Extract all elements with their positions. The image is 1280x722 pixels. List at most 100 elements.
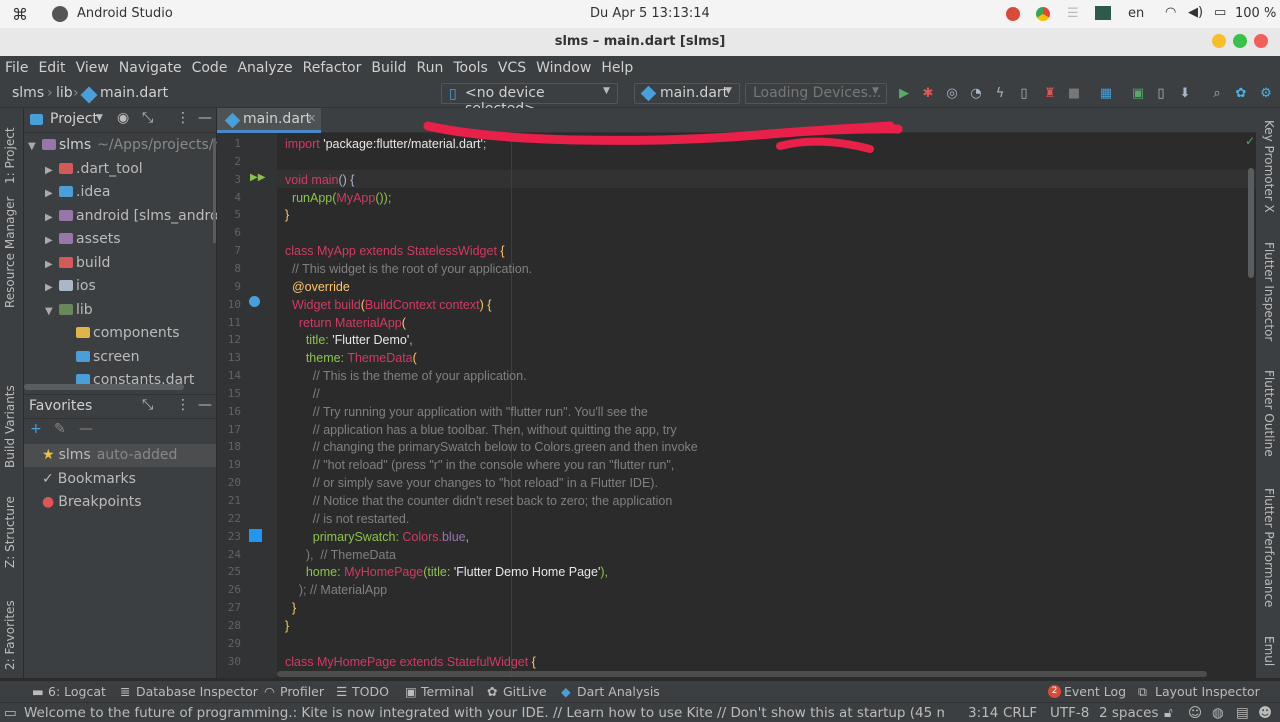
code-line[interactable]: // Try running your application with "fl…: [285, 403, 648, 421]
code-line[interactable]: // application has a blue toolbar. Then,…: [285, 421, 677, 439]
run-icon[interactable]: ▶: [896, 86, 912, 102]
menu-lines-icon[interactable]: ☰: [1067, 6, 1079, 21]
collapse-icon[interactable]: ⤡: [142, 110, 153, 126]
avd-manager-icon[interactable]: ▯: [1153, 86, 1169, 102]
tree-item[interactable]: ▶ .dart_tool: [45, 158, 143, 181]
profile-icon[interactable]: ◔: [968, 86, 984, 102]
lock-icon[interactable]: 🔓︎: [1164, 705, 1173, 721]
tree-item[interactable]: ▶ assets: [45, 228, 121, 251]
indent-setting[interactable]: 2 spaces: [1099, 705, 1159, 721]
menu-edit[interactable]: Edit: [38, 60, 65, 76]
cursor-position[interactable]: 3:14: [968, 705, 998, 721]
tab-flutter-performance[interactable]: Flutter Performance: [1262, 488, 1276, 607]
apple-icon[interactable]: ⌘: [12, 5, 28, 24]
tree-item[interactable]: ▼ slms ~/Apps/projects/m: [28, 134, 227, 157]
menu-window[interactable]: Window: [536, 60, 591, 76]
code-line[interactable]: title: 'Flutter Demo',: [285, 331, 413, 349]
code-line[interactable]: class MyHomePage extends StatefulWidget …: [285, 653, 536, 671]
menu-analyze[interactable]: Analyze: [237, 60, 292, 76]
settings-icon[interactable]: ⚙: [1258, 86, 1274, 102]
hot-restart-icon[interactable]: ▯: [1016, 86, 1032, 102]
menu-refactor[interactable]: Refactor: [303, 60, 362, 76]
tree-item[interactable]: components: [62, 322, 180, 345]
notifications-icon[interactable]: ☻: [1258, 705, 1272, 721]
kite-status-icon[interactable]: ◍: [1212, 705, 1224, 721]
code-line[interactable]: }: [285, 206, 289, 224]
code-line[interactable]: class MyApp extends StatelessWidget {: [285, 242, 505, 260]
chevron-right-icon[interactable]: ▶: [45, 276, 59, 299]
chevron-down-icon[interactable]: ▼: [28, 135, 42, 158]
tray-app-icon[interactable]: [1006, 7, 1020, 21]
chevron-right-icon[interactable]: ▶: [45, 206, 59, 229]
code-line[interactable]: // Notice that the counter didn't reset …: [285, 492, 673, 510]
close-icon[interactable]: ✕: [307, 112, 316, 125]
terminal-icon[interactable]: ▣: [1130, 86, 1146, 102]
tree-item[interactable]: ▶ ios: [45, 275, 96, 298]
menu-code[interactable]: Code: [192, 60, 228, 76]
tool-todo[interactable]: TODO: [352, 684, 389, 699]
color-swatch-icon[interactable]: [249, 529, 262, 542]
sdk-manager-icon[interactable]: ⬇: [1177, 86, 1193, 102]
maximize-button[interactable]: [1233, 34, 1247, 48]
memory-icon[interactable]: ▤: [1236, 705, 1249, 721]
tree-item[interactable]: screen: [62, 346, 140, 369]
menu-file[interactable]: File: [5, 60, 28, 76]
tab-build-variants[interactable]: Build Variants: [3, 385, 17, 468]
tab-flutter-inspector[interactable]: Flutter Inspector: [1262, 242, 1276, 341]
run-config-selector[interactable]: main.dart ▼: [634, 83, 740, 104]
coverage-icon[interactable]: ◎: [944, 86, 960, 102]
chrome-icon[interactable]: [1036, 7, 1050, 21]
menu-build[interactable]: Build: [371, 60, 406, 76]
tool-event-log[interactable]: Event Log: [1064, 684, 1126, 699]
code-line[interactable]: return MaterialApp(: [285, 314, 406, 332]
locate-icon[interactable]: ◉: [117, 110, 129, 126]
chevron-right-icon[interactable]: ▶: [45, 253, 59, 276]
code-line[interactable]: @override: [285, 278, 350, 296]
code-line[interactable]: }: [285, 617, 289, 635]
tree-scrollbar[interactable]: [213, 138, 216, 243]
tab-emulator[interactable]: Emul: [1262, 636, 1276, 666]
chevron-right-icon[interactable]: ▶: [45, 229, 59, 252]
code-line[interactable]: home: MyHomePage(title: 'Flutter Demo Ho…: [285, 563, 608, 581]
chevron-right-icon[interactable]: ▶: [45, 182, 59, 205]
editor-scrollbar[interactable]: [1248, 168, 1254, 278]
tree-item[interactable]: ▶ android [slms_android]: [45, 205, 237, 228]
inspector-face-icon[interactable]: ☺: [1188, 705, 1202, 721]
os-clock[interactable]: Du Apr 5 13:13:14: [590, 6, 710, 21]
override-gutter-icon[interactable]: [249, 296, 260, 307]
code-line[interactable]: // changing the primarySwatch below to C…: [285, 438, 698, 456]
tree-hscrollbar[interactable]: [24, 384, 184, 390]
tool-dart-analysis[interactable]: Dart Analysis: [577, 684, 660, 699]
menu-tools[interactable]: Tools: [453, 60, 488, 76]
menu-view[interactable]: View: [76, 60, 109, 76]
tab-favorites[interactable]: 2: Favorites: [3, 600, 17, 670]
code-line[interactable]: Widget build(BuildContext context) {: [285, 296, 491, 314]
breadcrumb-file[interactable]: main.dart: [100, 85, 168, 101]
device-selector[interactable]: ▯ <no device selected> ▼: [441, 83, 618, 117]
code-line[interactable]: //: [285, 385, 320, 403]
tab-resource-manager[interactable]: Resource Manager: [3, 197, 17, 308]
hot-reload-icon[interactable]: ϟ: [992, 86, 1008, 102]
code-line[interactable]: // is not restarted.: [285, 510, 410, 528]
breadcrumb-folder[interactable]: lib: [56, 85, 73, 101]
tool-terminal[interactable]: Terminal: [421, 684, 474, 699]
tab-project[interactable]: 1: Project: [3, 127, 17, 184]
menu-vcs[interactable]: VCS: [498, 60, 526, 76]
code-line[interactable]: runApp(MyApp());: [285, 189, 391, 207]
favorites-item[interactable]: ★ slms auto-added: [24, 444, 216, 467]
editor-hscrollbar[interactable]: [277, 671, 1207, 677]
debug-icon[interactable]: ✱: [920, 86, 936, 102]
project-panel-title[interactable]: Project: [50, 111, 98, 127]
line-separator[interactable]: CRLF: [1003, 705, 1037, 721]
code-line[interactable]: void main() {: [285, 171, 354, 189]
code-line[interactable]: theme: ThemeData(: [285, 349, 417, 367]
code-line[interactable]: // This is the theme of your application…: [285, 367, 527, 385]
chevron-down-icon[interactable]: ▼: [45, 300, 59, 323]
remove-icon[interactable]: —: [79, 421, 93, 437]
tool-logcat[interactable]: 6: Logcat: [48, 684, 106, 699]
add-icon[interactable]: +: [30, 421, 42, 437]
tree-item[interactable]: ▶ build: [45, 252, 110, 275]
battery-icon[interactable]: ▭: [1214, 5, 1226, 20]
tool-layout-inspector[interactable]: Layout Inspector: [1155, 684, 1260, 699]
volume-icon[interactable]: ◀): [1188, 5, 1203, 20]
